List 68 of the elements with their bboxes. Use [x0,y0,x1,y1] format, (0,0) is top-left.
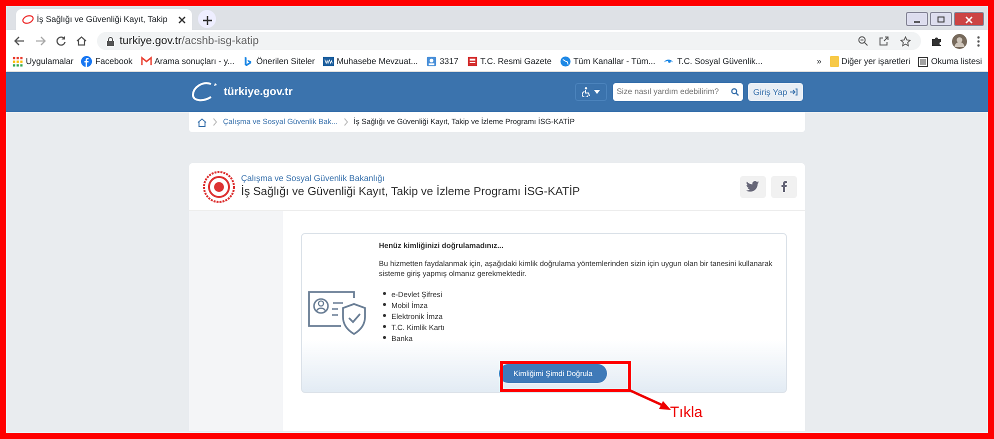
bullet-icon [382,324,386,328]
bing-icon [242,56,254,67]
ministry-name[interactable]: Çalışma ve Sosyal Güvenlik Bakanlığı [241,172,580,184]
mail-icon [140,56,152,67]
chevron-icon [344,118,348,126]
globe-icon [560,56,571,67]
logo-text[interactable]: türkiye.gov.tr [224,84,293,100]
close-window-button[interactable] [954,12,984,26]
bullet-icon [382,292,386,295]
search-icon[interactable] [730,88,739,96]
more-bookmarks-chevron[interactable]: » [816,55,822,68]
zoom-out-icon[interactable] [858,36,868,46]
folder-icon [830,56,839,67]
close-icon [965,16,973,24]
home-icon[interactable] [197,118,207,126]
back-arrow-icon[interactable] [14,36,25,46]
bookmark-link[interactable]: 3317 [440,55,458,68]
browser-tab[interactable]: İş Sağlığı ve Güvenliği Kayıt, Takip [16,9,192,30]
service-title: İş Sağlığı ve Güvenliği Kayıt, Takip ve İzleme Programı İSG-KATİP [241,184,580,200]
tab-title: İş Sağlığı ve Güvenliği Kayıt, Takip [36,13,168,26]
puzzle-icon[interactable] [931,36,942,46]
bookmark-folder[interactable]: Diğer yer işaretleri [841,55,910,68]
chevron-icon [213,118,217,126]
facebook-icon [781,180,787,192]
plus-icon [202,16,212,25]
annotation-label: Tıkla [670,403,703,423]
caret-icon [594,90,600,94]
bookmark-link[interactable]: T.C. Resmi Gazete [480,55,552,68]
new-tab-button[interactable] [198,10,216,28]
bookmark-link[interactable]: Tüm Kanallar - Tüm... [573,55,656,68]
list-icon [918,56,928,66]
login-icon [790,88,798,96]
maximize-button[interactable] [930,12,952,26]
bird-icon [746,180,759,192]
site-logo-icon [22,15,34,24]
apps-grid-icon [12,56,23,67]
twitter-share-button[interactable] [740,176,766,198]
star-icon[interactable] [900,36,911,46]
bookmark-link[interactable]: Muhasebe Mevzuat... [336,55,418,68]
avatar-icon[interactable] [952,34,967,48]
bullet-icon [382,336,386,339]
ministry-emblem-icon [203,170,235,202]
id-card-icon [426,56,437,67]
search-field[interactable]: Size nasıl yardım edebilirim? [612,83,743,101]
lock-icon [107,36,114,46]
facebook-icon [81,56,92,67]
menu-icon[interactable] [977,36,980,46]
bookmark-link[interactable]: Facebook [95,55,133,68]
bookmark-link[interactable]: Önerilen Siteler [256,55,315,68]
accessibility-dropdown[interactable] [575,83,608,101]
close-icon[interactable] [178,16,186,24]
bookmark-link[interactable]: Uygulamalar [26,55,74,68]
bookmark-link[interactable]: Arama sonuçları - y... [154,55,234,68]
bullet-icon [382,302,386,306]
home-icon[interactable] [76,36,87,46]
address-bar[interactable]: turkiye.gov.tr/acshb-isg-katip [97,32,921,50]
reading-list-link[interactable]: Okuma listesi [930,55,982,68]
pointer-arrow [628,389,672,413]
bookmark-link[interactable]: T.C. Sosyal Güvenlik... [677,55,763,68]
mw-logo-icon [322,56,334,67]
facebook-share-button[interactable] [771,176,797,198]
share-icon[interactable] [879,36,889,46]
login-button[interactable]: Giriş Yap [748,83,803,101]
newspaper-icon [466,56,478,67]
reload-icon[interactable] [56,36,66,46]
bullet-icon [382,314,386,317]
maximize-icon [937,16,945,24]
wheelchair-icon [582,87,592,97]
